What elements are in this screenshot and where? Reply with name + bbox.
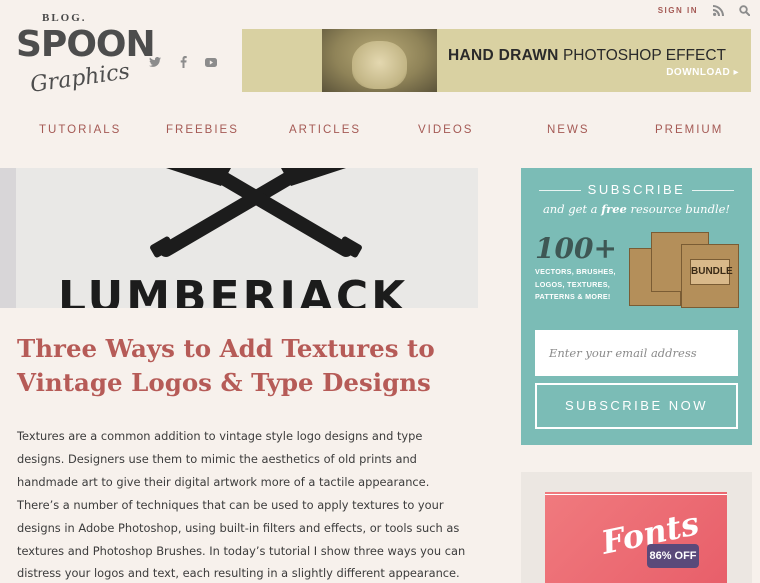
main-nav: TUTORIALS FREEBIES ARTICLES VIDEOS NEWS … — [0, 124, 760, 140]
article-hero-image[interactable]: LUMBERJACK — [0, 168, 478, 308]
sign-in-link[interactable]: SIGN IN — [658, 6, 698, 15]
fonts-ad[interactable]: Fonts 86% OFF — [521, 472, 752, 583]
subscribe-widget: SUBSCRIBE and get a free resource bundle… — [521, 168, 752, 445]
utility-bar: SIGN IN — [658, 4, 750, 16]
banner-portrait — [322, 29, 437, 92]
bundle-count: 100+ — [535, 232, 617, 265]
bunting-decoration — [545, 494, 727, 504]
bundle-boxes-image: BUNDLE — [629, 230, 739, 310]
hero-wordmark: LUMBERJACK — [58, 272, 409, 309]
subscribe-heading: SUBSCRIBE — [521, 182, 752, 197]
hero-edge — [0, 168, 16, 308]
nav-item-articles[interactable]: ARTICLES — [289, 124, 361, 136]
rss-icon[interactable] — [712, 4, 724, 16]
banner-title: HAND DRAWN PHOTOSHOP EFFECT — [448, 47, 726, 65]
nav-item-tutorials[interactable]: TUTORIALS — [39, 124, 121, 136]
email-field[interactable]: Enter your email address — [535, 330, 738, 376]
subscribe-subheading: and get a free resource bundle! — [521, 202, 752, 216]
discount-badge: 86% OFF — [647, 544, 699, 568]
social-links — [148, 55, 218, 69]
bundle-box-label: BUNDLE — [690, 259, 733, 285]
logo-badge: BLOG. — [42, 12, 87, 24]
subscribe-button[interactable]: SUBSCRIBE NOW — [535, 383, 738, 429]
fonts-ad-image: Fonts 86% OFF — [545, 492, 727, 583]
site-logo[interactable]: BLOG. SPOON Graphics — [16, 10, 156, 110]
bundle-contents: VECTORS, BRUSHES, LOGOS, TEXTURES, PATTE… — [535, 267, 616, 301]
bundle-box-front: BUNDLE — [681, 244, 739, 308]
nav-item-videos[interactable]: VIDEOS — [418, 124, 473, 136]
nav-item-freebies[interactable]: FREEBIES — [166, 124, 239, 136]
article-title[interactable]: Three Ways to Add Textures to Vintage Lo… — [17, 332, 467, 400]
banner-title-bold: HAND DRAWN — [448, 47, 559, 64]
subscribe-sub-em: free — [601, 202, 627, 216]
facebook-icon[interactable] — [176, 55, 190, 69]
promo-banner[interactable]: HAND DRAWN PHOTOSHOP EFFECT DOWNLOAD ▸ — [242, 29, 751, 92]
article-excerpt: Textures are a common addition to vintag… — [17, 429, 466, 581]
nav-item-news[interactable]: NEWS — [547, 124, 590, 136]
banner-download-link[interactable]: DOWNLOAD ▸ — [666, 67, 739, 78]
youtube-icon[interactable] — [204, 55, 218, 69]
nav-item-premium[interactable]: PREMIUM — [655, 124, 723, 136]
subscribe-sub-post: resource bundle! — [626, 202, 731, 216]
crossed-axes-icon — [150, 168, 362, 258]
logo-wordmark: SPOON — [16, 24, 156, 65]
site-header: BLOG. SPOON Graphics SIGN IN HAND DRAWN … — [0, 0, 760, 168]
banner-title-rest: PHOTOSHOP EFFECT — [558, 47, 727, 64]
subscribe-sub-pre: and get a — [542, 202, 602, 216]
search-icon[interactable] — [738, 4, 750, 16]
twitter-icon[interactable] — [148, 55, 162, 69]
